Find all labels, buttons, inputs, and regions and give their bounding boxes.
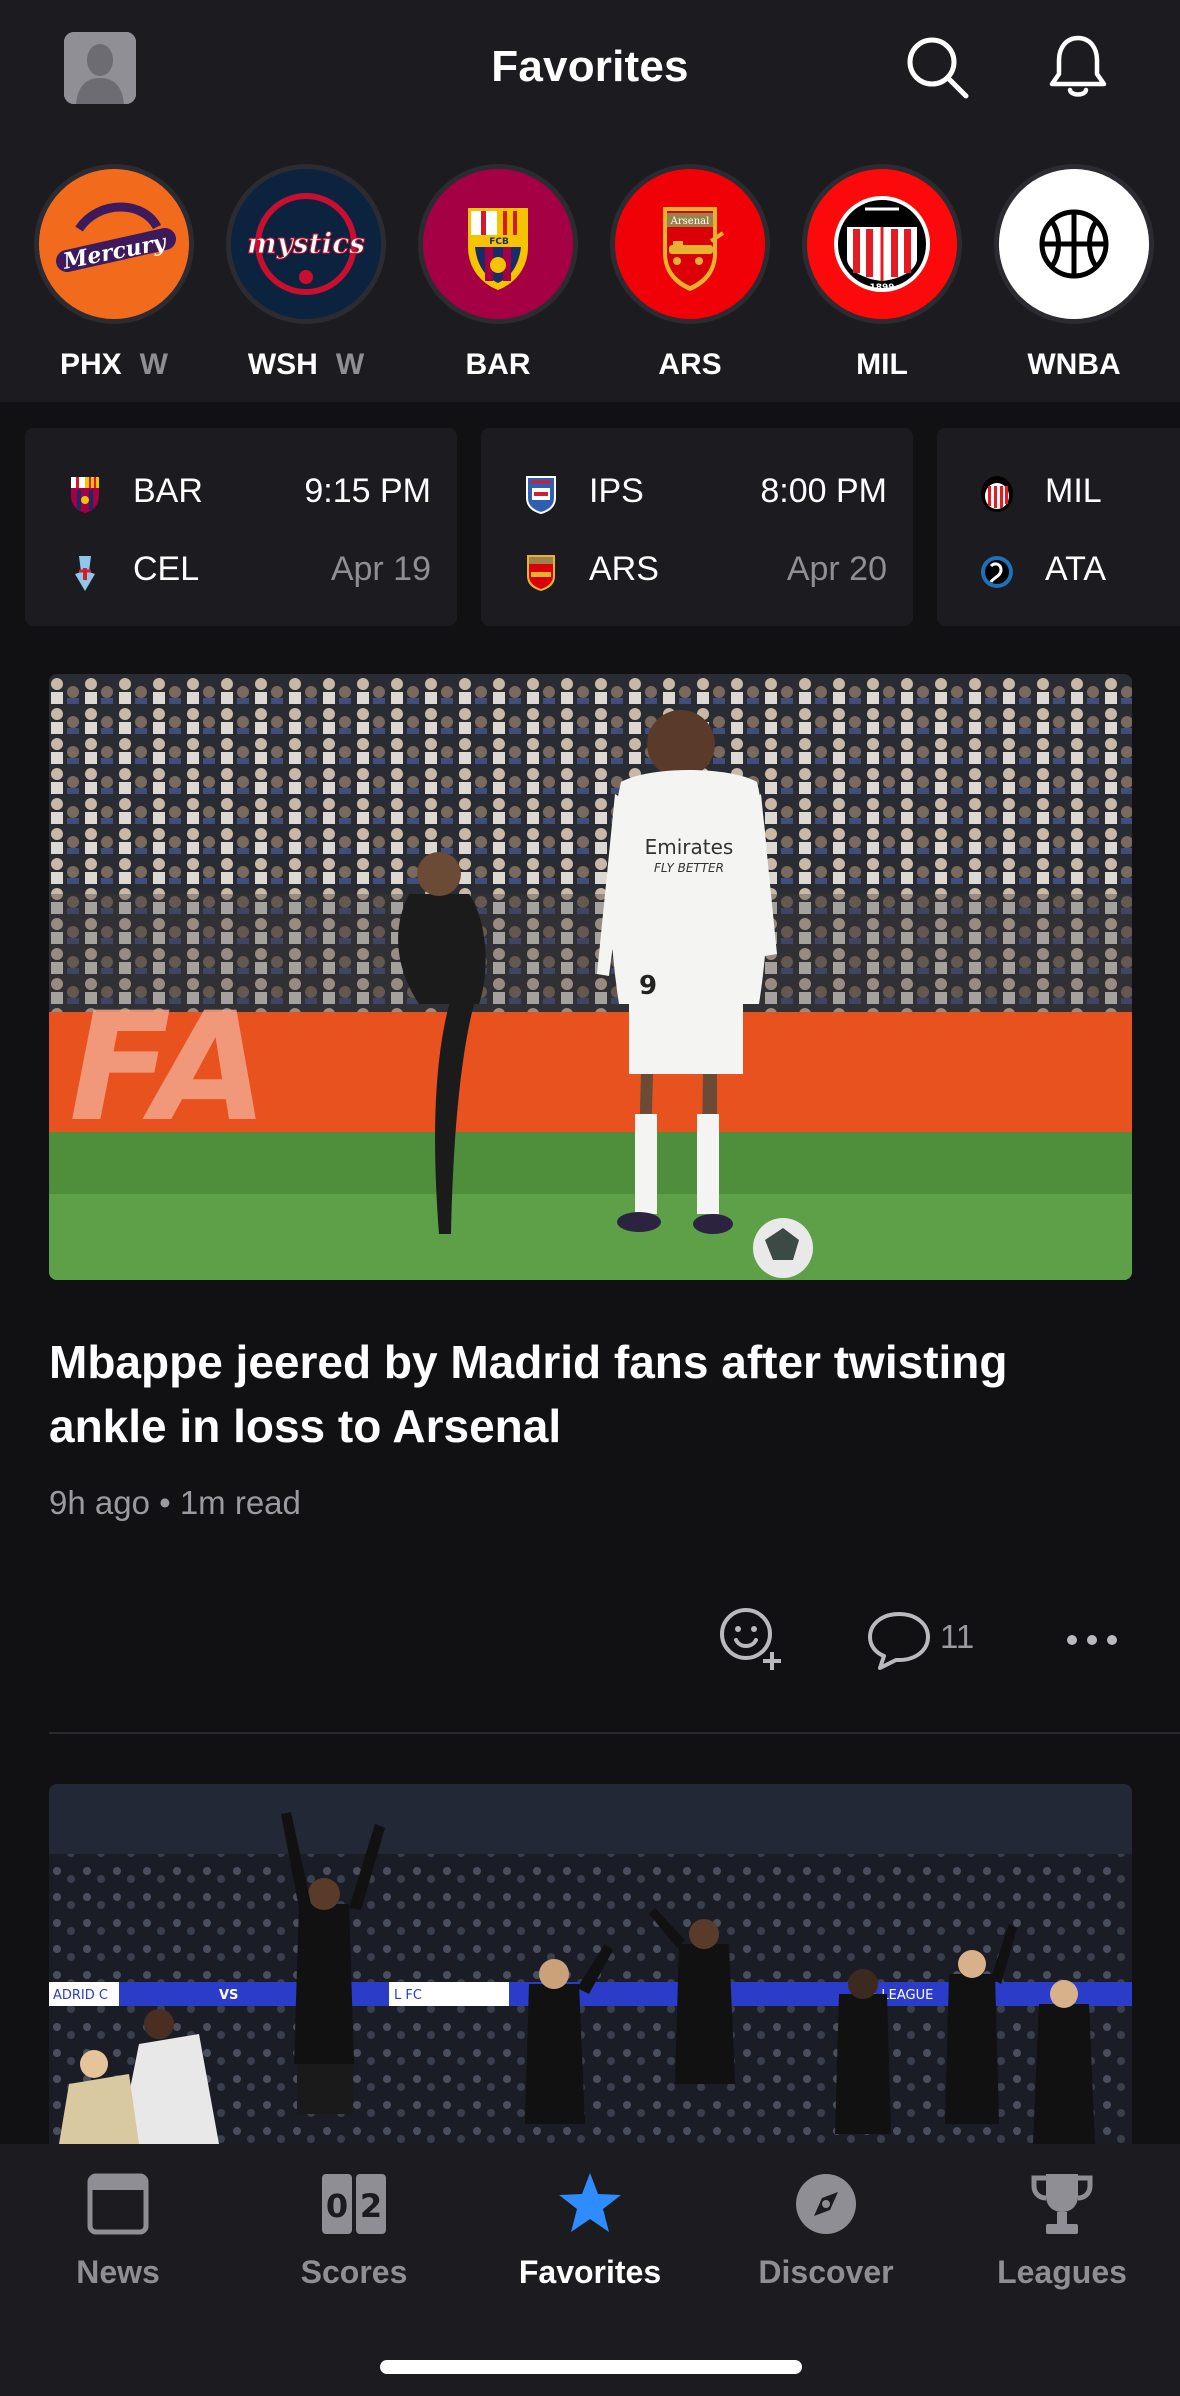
team-abbr: BAR	[133, 472, 203, 510]
tab-discover[interactable]: Discover	[708, 2166, 944, 2296]
phoenix-mercury-logo-icon: Mercury	[34, 164, 194, 324]
team-abbr: IPS	[589, 472, 644, 510]
tab-scores[interactable]: 0 2 Scores	[236, 2166, 472, 2296]
svg-text:9: 9	[639, 971, 657, 1001]
article-hero-image[interactable]: FA Emirates FLY BETTER 9	[49, 674, 1132, 1280]
svg-text:ADRID C: ADRID C	[53, 1988, 108, 2003]
tab-favorites[interactable]: Favorites	[472, 2166, 708, 2296]
ac-milan-crest-icon: 1899	[802, 164, 962, 324]
svg-text:L FC: L FC	[394, 1988, 422, 2003]
trophy-icon	[1031, 2174, 1093, 2234]
favorite-team-mil[interactable]: 1899 MIL	[802, 164, 962, 384]
ipswich-town-crest-icon	[526, 476, 556, 514]
svg-text:2: 2	[360, 2187, 382, 2225]
compass-icon	[796, 2174, 856, 2234]
celta-vigo-crest-icon	[75, 556, 95, 591]
team-abbr: MIL	[1045, 472, 1102, 510]
team-abbr: ARS	[589, 550, 659, 588]
more-options-button[interactable]	[1060, 1604, 1124, 1674]
svg-text:FCB: FCB	[489, 237, 509, 247]
league-suffix: W	[139, 348, 168, 381]
comment-bubble-icon	[868, 1612, 930, 1670]
favorite-league-wnba[interactable]: WNBA	[994, 164, 1154, 384]
newspaper-icon	[87, 2173, 149, 2235]
add-reaction-button[interactable]	[716, 1604, 788, 1674]
article-hero-image[interactable]: ADRID C VS L FC S LEAGUE	[49, 1784, 1132, 2144]
league-suffix: W	[335, 348, 365, 381]
article-headline[interactable]: Mbappe jeered by Madrid fans after twist…	[49, 1330, 1132, 1458]
smiley-add-icon	[720, 1608, 781, 1670]
svg-text:mystics: mystics	[247, 227, 365, 260]
star-icon	[559, 2173, 621, 2232]
team-abbr: CEL	[133, 550, 200, 588]
favorite-team-ars[interactable]: Arsenal ARS	[610, 164, 770, 384]
search-icon[interactable]	[900, 30, 972, 102]
arsenal-crest-icon: Arsenal	[610, 164, 770, 324]
favorite-label: PHX	[59, 348, 122, 381]
comment-count: 11	[940, 1618, 975, 1655]
more-dots-icon	[1067, 1635, 1117, 1645]
tab-news[interactable]: News	[0, 2166, 236, 2296]
svg-text:VS: VS	[219, 1988, 238, 2003]
top-header: Favorites	[0, 0, 1180, 140]
score-card[interactable]: BAR 9:15 PM CEL Apr 19	[25, 428, 457, 626]
bell-icon[interactable]	[1042, 30, 1114, 102]
svg-text:1899: 1899	[869, 283, 894, 293]
favorite-label: ARS	[658, 348, 722, 381]
basketball-icon	[994, 164, 1154, 324]
atalanta-crest-icon	[981, 556, 1013, 588]
arsenal-crest-icon	[527, 555, 555, 591]
score-card[interactable]: MIL ATA	[937, 428, 1180, 626]
scoreboard-icon: 0 2	[322, 2174, 386, 2234]
score-card[interactable]: IPS 8:00 PM ARS Apr 20	[481, 428, 913, 626]
match-date: Apr 20	[786, 550, 887, 588]
bottom-tab-bar: News 0 2 Scores Favorites Discover Leagu…	[0, 2144, 1180, 2396]
ac-milan-crest-icon	[981, 476, 1013, 512]
washington-mystics-logo-icon: mystics	[226, 164, 386, 324]
comments-button[interactable]: 11	[864, 1604, 1004, 1674]
article-byline: 9h ago • 1m read	[49, 1484, 301, 1521]
svg-text:Arsenal: Arsenal	[670, 216, 710, 227]
scores-strip: BAR 9:15 PM CEL Apr 19 IPS 8:00 PM ARS A…	[0, 402, 1180, 662]
fc-barcelona-crest-icon	[71, 477, 99, 513]
favorite-label: BAR	[465, 348, 531, 381]
page-title: Favorites	[491, 42, 689, 91]
fc-barcelona-crest-icon: FCB	[418, 164, 578, 324]
favorite-team-wsh[interactable]: mystics WSH W	[226, 164, 386, 384]
favorites-row: Mercury PHX W mystics WSH W FCB BAR Arse…	[0, 140, 1180, 402]
team-abbr: ATA	[1045, 550, 1107, 588]
match-time: 9:15 PM	[304, 472, 431, 510]
match-date: Apr 19	[330, 550, 431, 588]
favorite-label: MIL	[856, 348, 908, 381]
tab-leagues[interactable]: Leagues	[944, 2166, 1180, 2296]
svg-text:FA: FA	[69, 981, 268, 1155]
favorite-label: WSH	[247, 348, 318, 381]
svg-text:Emirates: Emirates	[645, 835, 734, 859]
favorite-label: WNBA	[1027, 348, 1121, 381]
svg-text:FLY BETTER: FLY BETTER	[654, 861, 724, 875]
home-indicator[interactable]	[380, 2360, 802, 2374]
article-divider	[49, 1732, 1180, 1734]
favorite-team-phx[interactable]: Mercury PHX W	[34, 164, 194, 384]
favorite-team-bar[interactable]: FCB BAR	[418, 164, 578, 384]
svg-text:0: 0	[326, 2187, 348, 2225]
match-time: 8:00 PM	[760, 472, 887, 510]
